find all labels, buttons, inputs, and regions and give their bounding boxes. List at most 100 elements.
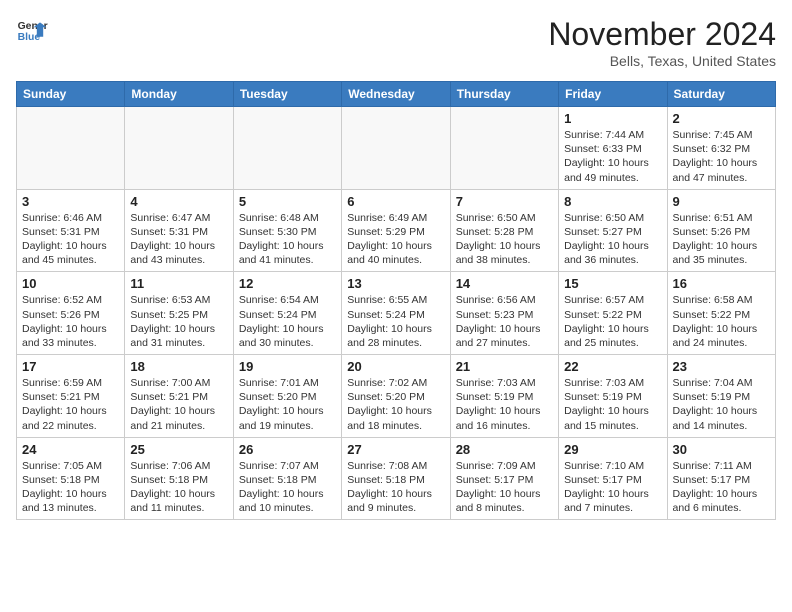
day-number: 8 (564, 194, 661, 209)
day-info: Sunrise: 7:45 AMSunset: 6:32 PMDaylight:… (673, 128, 770, 185)
day-info: Sunrise: 6:50 AMSunset: 5:28 PMDaylight:… (456, 211, 553, 268)
calendar-cell (233, 107, 341, 190)
day-info: Sunrise: 7:11 AMSunset: 5:17 PMDaylight:… (673, 459, 770, 516)
week-row-4: 17Sunrise: 6:59 AMSunset: 5:21 PMDayligh… (17, 355, 776, 438)
calendar-cell: 10Sunrise: 6:52 AMSunset: 5:26 PMDayligh… (17, 272, 125, 355)
calendar-cell: 24Sunrise: 7:05 AMSunset: 5:18 PMDayligh… (17, 437, 125, 520)
calendar-cell: 20 Sunrise: 7:02 AMSunset: 5:20 PMDayligh… (342, 355, 450, 438)
calendar-cell: 25Sunrise: 7:06 AMSunset: 5:18 PMDayligh… (125, 437, 233, 520)
calendar-cell: 19 Sunrise: 7:01 AMSunset: 5:20 PMDayligh… (233, 355, 341, 438)
calendar-cell: 29Sunrise: 7:10 AMSunset: 5:17 PMDayligh… (559, 437, 667, 520)
calendar-cell: 9 Sunrise: 6:51 AMSunset: 5:26 PMDaylight… (667, 189, 775, 272)
calendar-cell: 13 Sunrise: 6:55 AMSunset: 5:24 PMDayligh… (342, 272, 450, 355)
day-number: 26 (239, 442, 336, 457)
calendar-cell: 12 Sunrise: 6:54 AMSunset: 5:24 PMDayligh… (233, 272, 341, 355)
day-info: Sunrise: 7:44 AMSunset: 6:33 PMDaylight:… (564, 128, 661, 185)
weekday-header-wednesday: Wednesday (342, 82, 450, 107)
logo: General Blue (16, 16, 48, 48)
weekday-header-thursday: Thursday (450, 82, 558, 107)
calendar-cell: 30 Sunrise: 7:11 AMSunset: 5:17 PMDayligh… (667, 437, 775, 520)
weekday-header-sunday: Sunday (17, 82, 125, 107)
day-info: Sunrise: 7:07 AMSunset: 5:18 PMDaylight:… (239, 459, 336, 516)
day-info: Sunrise: 7:08 AMSunset: 5:18 PMDaylight:… (347, 459, 444, 516)
calendar-cell: 5Sunrise: 6:48 AMSunset: 5:30 PMDaylight… (233, 189, 341, 272)
day-number: 28 (456, 442, 553, 457)
logo-icon: General Blue (16, 16, 48, 48)
calendar-cell: 21 Sunrise: 7:03 AMSunset: 5:19 PMDayligh… (450, 355, 558, 438)
day-info: Sunrise: 6:46 AMSunset: 5:31 PMDaylight:… (22, 211, 119, 268)
day-number: 21 (456, 359, 553, 374)
day-number: 27 (347, 442, 444, 457)
day-info: Sunrise: 6:56 AMSunset: 5:23 PMDaylight:… (456, 293, 553, 350)
day-info: Sunrise: 7:02 AMSunset: 5:20 PMDaylight:… (347, 376, 444, 433)
day-number: 4 (130, 194, 227, 209)
day-info: Sunrise: 6:49 AMSunset: 5:29 PMDaylight:… (347, 211, 444, 268)
day-number: 20 (347, 359, 444, 374)
day-info: Sunrise: 7:03 AMSunset: 5:19 PMDaylight:… (564, 376, 661, 433)
day-info: Sunrise: 6:54 AMSunset: 5:24 PMDaylight:… (239, 293, 336, 350)
day-number: 3 (22, 194, 119, 209)
calendar-cell: 17Sunrise: 6:59 AMSunset: 5:21 PMDayligh… (17, 355, 125, 438)
calendar-cell: 3 Sunrise: 6:46 AMSunset: 5:31 PMDaylight… (17, 189, 125, 272)
calendar-cell: 15 Sunrise: 6:57 AMSunset: 5:22 PMDayligh… (559, 272, 667, 355)
calendar-cell: 23 Sunrise: 7:04 AMSunset: 5:19 PMDayligh… (667, 355, 775, 438)
calendar-cell: 4Sunrise: 6:47 AMSunset: 5:31 PMDaylight… (125, 189, 233, 272)
day-number: 18 (130, 359, 227, 374)
weekday-header-row: SundayMondayTuesdayWednesdayThursdayFrid… (17, 82, 776, 107)
weekday-header-saturday: Saturday (667, 82, 775, 107)
calendar-cell: 1 Sunrise: 7:44 AMSunset: 6:33 PMDaylight… (559, 107, 667, 190)
calendar-cell (125, 107, 233, 190)
weekday-header-friday: Friday (559, 82, 667, 107)
calendar-cell (17, 107, 125, 190)
day-number: 10 (22, 276, 119, 291)
day-number: 17 (22, 359, 119, 374)
calendar-cell: 6 Sunrise: 6:49 AMSunset: 5:29 PMDaylight… (342, 189, 450, 272)
weekday-header-tuesday: Tuesday (233, 82, 341, 107)
calendar-cell: 22 Sunrise: 7:03 AMSunset: 5:19 PMDayligh… (559, 355, 667, 438)
day-number: 22 (564, 359, 661, 374)
day-number: 12 (239, 276, 336, 291)
weekday-header-monday: Monday (125, 82, 233, 107)
page-header: General Blue November 2024 Bells, Texas,… (16, 16, 776, 69)
day-info: Sunrise: 6:58 AMSunset: 5:22 PMDaylight:… (673, 293, 770, 350)
title-block: November 2024 Bells, Texas, United State… (548, 16, 776, 69)
day-info: Sunrise: 7:03 AMSunset: 5:19 PMDaylight:… (456, 376, 553, 433)
day-number: 13 (347, 276, 444, 291)
day-info: Sunrise: 6:48 AMSunset: 5:30 PMDaylight:… (239, 211, 336, 268)
day-number: 29 (564, 442, 661, 457)
day-number: 23 (673, 359, 770, 374)
calendar-cell (450, 107, 558, 190)
week-row-5: 24Sunrise: 7:05 AMSunset: 5:18 PMDayligh… (17, 437, 776, 520)
calendar-cell: 14Sunrise: 6:56 AMSunset: 5:23 PMDayligh… (450, 272, 558, 355)
location: Bells, Texas, United States (548, 53, 776, 69)
calendar-cell: 11Sunrise: 6:53 AMSunset: 5:25 PMDayligh… (125, 272, 233, 355)
day-info: Sunrise: 7:04 AMSunset: 5:19 PMDaylight:… (673, 376, 770, 433)
calendar-cell: 26 Sunrise: 7:07 AMSunset: 5:18 PMDayligh… (233, 437, 341, 520)
calendar-cell: 7Sunrise: 6:50 AMSunset: 5:28 PMDaylight… (450, 189, 558, 272)
calendar-cell (342, 107, 450, 190)
day-number: 30 (673, 442, 770, 457)
day-info: Sunrise: 6:50 AMSunset: 5:27 PMDaylight:… (564, 211, 661, 268)
day-info: Sunrise: 7:09 AMSunset: 5:17 PMDaylight:… (456, 459, 553, 516)
day-number: 25 (130, 442, 227, 457)
day-info: Sunrise: 7:00 AMSunset: 5:21 PMDaylight:… (130, 376, 227, 433)
day-info: Sunrise: 6:51 AMSunset: 5:26 PMDaylight:… (673, 211, 770, 268)
calendar-cell: 16 Sunrise: 6:58 AMSunset: 5:22 PMDayligh… (667, 272, 775, 355)
calendar-cell: 28 Sunrise: 7:09 AMSunset: 5:17 PMDayligh… (450, 437, 558, 520)
day-number: 16 (673, 276, 770, 291)
day-number: 6 (347, 194, 444, 209)
calendar-cell: 27 Sunrise: 7:08 AMSunset: 5:18 PMDayligh… (342, 437, 450, 520)
day-number: 1 (564, 111, 661, 126)
calendar-cell: 18 Sunrise: 7:00 AMSunset: 5:21 PMDayligh… (125, 355, 233, 438)
calendar-cell: 2Sunrise: 7:45 AMSunset: 6:32 PMDaylight… (667, 107, 775, 190)
day-info: Sunrise: 6:55 AMSunset: 5:24 PMDaylight:… (347, 293, 444, 350)
calendar-cell: 8 Sunrise: 6:50 AMSunset: 5:27 PMDaylight… (559, 189, 667, 272)
day-number: 15 (564, 276, 661, 291)
day-info: Sunrise: 6:57 AMSunset: 5:22 PMDaylight:… (564, 293, 661, 350)
day-number: 9 (673, 194, 770, 209)
day-info: Sunrise: 6:53 AMSunset: 5:25 PMDaylight:… (130, 293, 227, 350)
day-number: 19 (239, 359, 336, 374)
day-info: Sunrise: 7:01 AMSunset: 5:20 PMDaylight:… (239, 376, 336, 433)
calendar-table: SundayMondayTuesdayWednesdayThursdayFrid… (16, 81, 776, 520)
day-info: Sunrise: 7:05 AMSunset: 5:18 PMDaylight:… (22, 459, 119, 516)
